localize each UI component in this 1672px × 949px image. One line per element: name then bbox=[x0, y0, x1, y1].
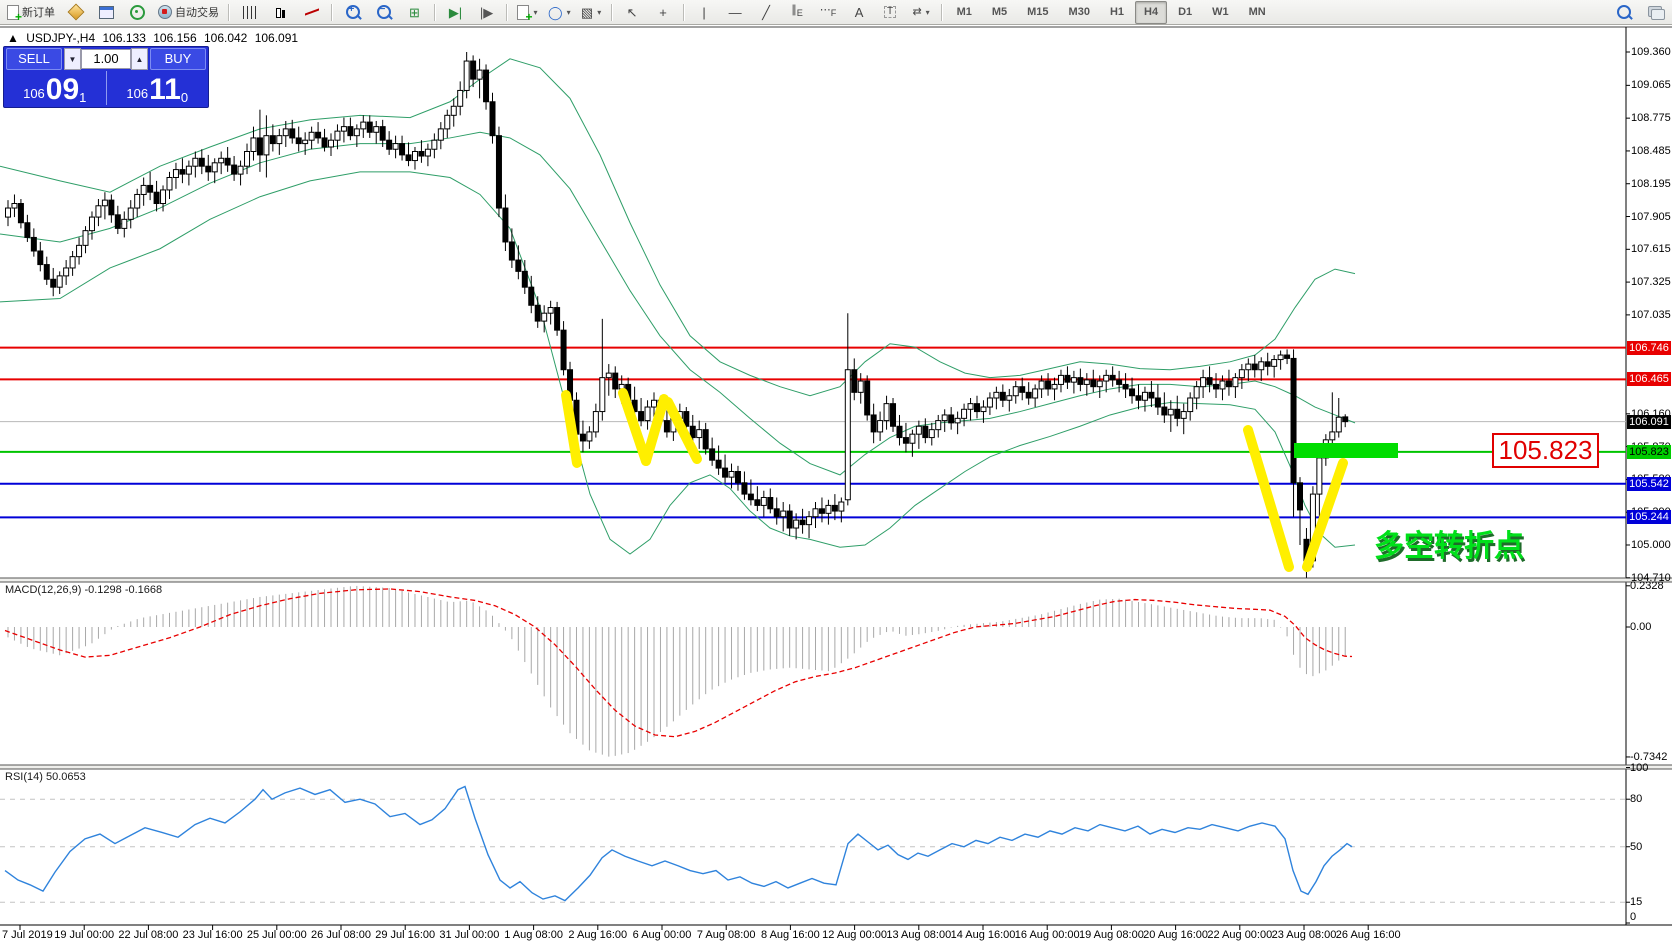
volume-input[interactable]: 1.00 bbox=[81, 49, 131, 69]
buy-price[interactable]: 106 11 0 bbox=[107, 71, 209, 105]
sell-button[interactable]: SELL bbox=[6, 48, 62, 70]
volume-decrease-button[interactable]: ▼ bbox=[64, 48, 81, 70]
time-axis-label: 2 Aug 16:00 bbox=[568, 929, 627, 941]
time-axis-label: 23 Aug 08:00 bbox=[1272, 929, 1337, 941]
time-axis-label: 13 Aug 08:00 bbox=[886, 929, 951, 941]
time-axis-label: 12 Aug 00:00 bbox=[822, 929, 887, 941]
macd-scale-label: 0.00 bbox=[1630, 621, 1651, 633]
price-level-tag: 106.091 bbox=[1627, 415, 1671, 429]
time-axis-label: 31 Jul 00:00 bbox=[439, 929, 499, 941]
time-axis-label: 19 Aug 08:00 bbox=[1079, 929, 1144, 941]
volume-increase-button[interactable]: ▲ bbox=[131, 48, 148, 70]
green-zone-rect bbox=[1294, 443, 1398, 458]
time-axis-label: 14 Aug 16:00 bbox=[951, 929, 1016, 941]
time-axis-label: 25 Jul 00:00 bbox=[247, 929, 307, 941]
price-tick-label: 107.905 bbox=[1631, 211, 1671, 223]
time-axis-label: 1 Aug 08:00 bbox=[504, 929, 563, 941]
price-annotation-box[interactable]: 105.823 bbox=[1492, 433, 1599, 468]
symbol-period: USDJPY-,H4 bbox=[26, 31, 95, 45]
one-click-trading-panel: SELL ▼ 1.00 ▲ BUY 106 09 1 106 11 0 bbox=[3, 46, 209, 108]
price-tick-label: 107.615 bbox=[1631, 243, 1671, 255]
turning-point-text[interactable]: 多空转折点 bbox=[1374, 521, 1524, 565]
mt4-window: 新订单自动交易+−⊞▶||▶▾◯▾▧▾↖+|—╱∥E⋯FAT⇄▾M1M5M15M… bbox=[0, 0, 1672, 949]
price-level-tag: 105.823 bbox=[1627, 445, 1671, 459]
chart-canvas[interactable] bbox=[0, 0, 1672, 949]
price-level-tag: 105.542 bbox=[1627, 477, 1671, 491]
rsi-scale-label: 0 bbox=[1630, 911, 1636, 923]
time-axis-label: 29 Jul 16:00 bbox=[375, 929, 435, 941]
time-axis-label: 8 Aug 16:00 bbox=[761, 929, 820, 941]
rsi-scale-label: 100 bbox=[1630, 762, 1648, 774]
price-level-tag: 105.244 bbox=[1627, 510, 1671, 524]
time-axis-label: 22 Jul 08:00 bbox=[118, 929, 178, 941]
rsi-scale-label: 50 bbox=[1630, 841, 1642, 853]
time-axis-label: 16 Aug 00:00 bbox=[1015, 929, 1080, 941]
time-axis-label: 7 Jul 2019 bbox=[2, 929, 53, 941]
time-axis-label: 26 Aug 16:00 bbox=[1336, 929, 1401, 941]
time-axis-label: 20 Aug 16:00 bbox=[1143, 929, 1208, 941]
sell-price-base: 106 bbox=[23, 86, 45, 101]
collapse-arrow-icon[interactable]: ▲ bbox=[7, 31, 19, 45]
rsi-scale-label: 15 bbox=[1630, 896, 1642, 908]
ohlc-high: 106.156 bbox=[153, 31, 196, 45]
symbol-ohlc-header: ▲ USDJPY-,H4 106.133 106.156 106.042 106… bbox=[7, 31, 302, 45]
ohlc-low: 106.042 bbox=[204, 31, 247, 45]
time-axis-label: 6 Aug 00:00 bbox=[633, 929, 692, 941]
price-level-tag: 106.465 bbox=[1627, 372, 1671, 386]
rsi-label: RSI(14) 50.0653 bbox=[5, 771, 86, 783]
buy-price-pip: 0 bbox=[181, 93, 188, 103]
price-level-tag: 106.746 bbox=[1627, 341, 1671, 355]
price-tick-label: 107.325 bbox=[1631, 276, 1671, 288]
price-tick-label: 107.035 bbox=[1631, 309, 1671, 321]
price-tick-label: 108.485 bbox=[1631, 145, 1671, 157]
price-tick-label: 109.065 bbox=[1631, 79, 1671, 91]
buy-price-base: 106 bbox=[126, 86, 148, 101]
sell-price-big: 09 bbox=[46, 77, 79, 103]
price-tick-label: 109.360 bbox=[1631, 46, 1671, 58]
sell-price[interactable]: 106 09 1 bbox=[4, 71, 107, 105]
macd-scale-label: 0.2328 bbox=[1630, 580, 1664, 592]
price-tick-label: 105.000 bbox=[1631, 539, 1671, 551]
time-axis-label: 26 Jul 08:00 bbox=[311, 929, 371, 941]
time-axis-label: 23 Jul 16:00 bbox=[183, 929, 243, 941]
ohlc-open: 106.133 bbox=[103, 31, 146, 45]
ohlc-close: 106.091 bbox=[255, 31, 298, 45]
rsi-scale-label: 80 bbox=[1630, 793, 1642, 805]
sell-price-pip: 1 bbox=[79, 93, 86, 103]
price-tick-label: 108.775 bbox=[1631, 112, 1671, 124]
buy-button[interactable]: BUY bbox=[150, 48, 206, 70]
buy-price-big: 11 bbox=[149, 77, 181, 103]
price-tick-label: 108.195 bbox=[1631, 178, 1671, 190]
time-axis-label: 7 Aug 08:00 bbox=[697, 929, 756, 941]
time-axis-label: 19 Jul 00:00 bbox=[54, 929, 114, 941]
time-axis-label: 22 Aug 00:00 bbox=[1207, 929, 1272, 941]
macd-label: MACD(12,26,9) -0.1298 -0.1668 bbox=[5, 584, 162, 596]
